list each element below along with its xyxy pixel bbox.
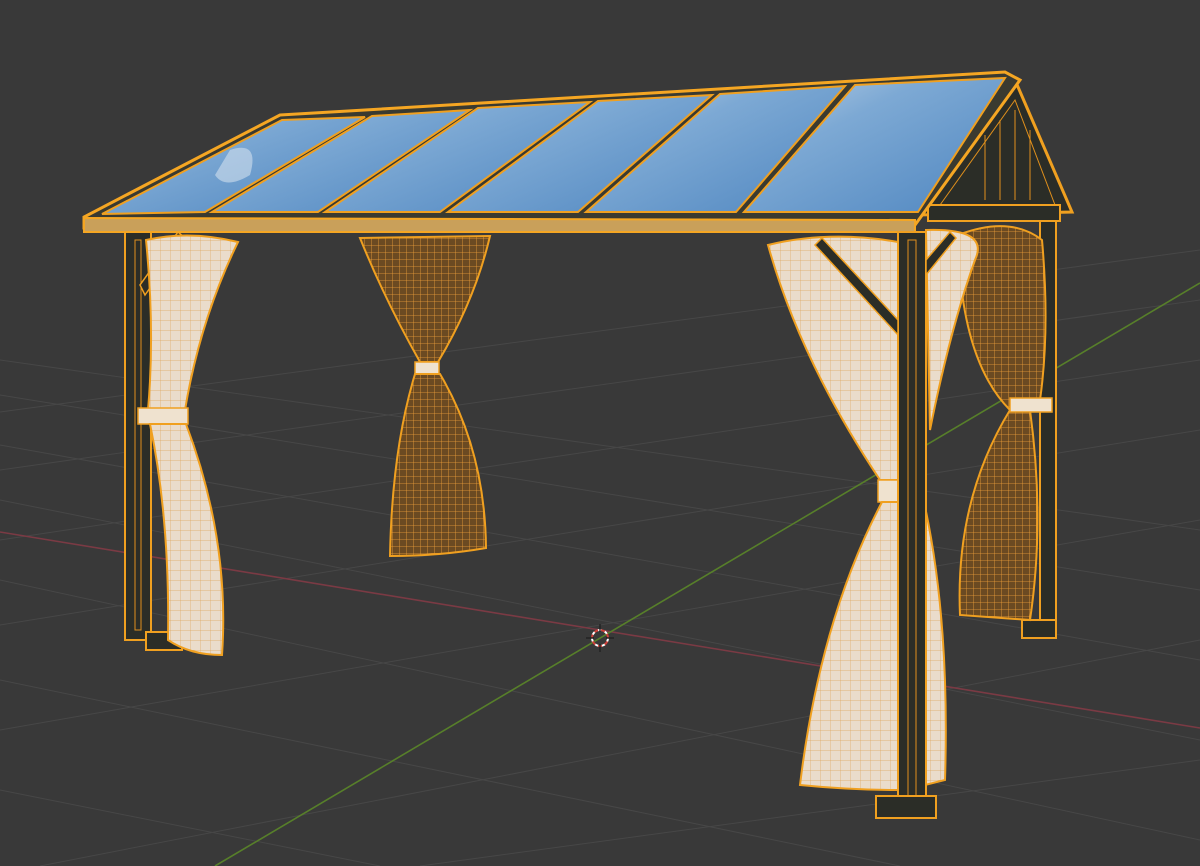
3d-viewport[interactable] [0, 0, 1200, 866]
